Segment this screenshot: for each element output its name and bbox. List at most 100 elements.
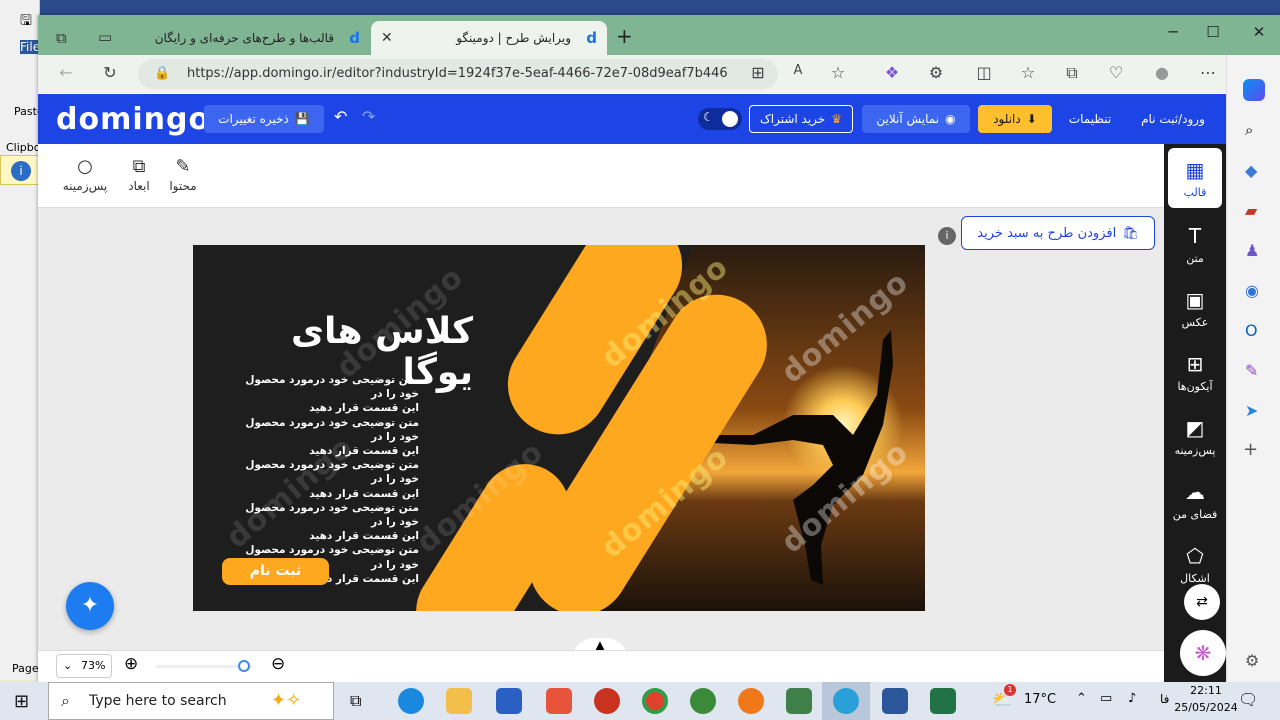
performance-icon[interactable]: ♡ [1104,63,1128,82]
save-changes-button[interactable]: 💾 ذخیره تغییرات [204,105,324,133]
profile-icon[interactable]: ● [1150,63,1174,82]
split-screen-icon[interactable]: ◫ [972,63,996,82]
search-icon[interactable]: ⌕ [1245,121,1253,139]
copilot-ext-icon[interactable]: ❖ [880,63,904,82]
info-icon: i [11,161,31,181]
refresh-icon[interactable]: ↻ [98,63,122,82]
word-icon[interactable] [882,688,908,714]
language-indicator[interactable]: فا [1160,692,1169,706]
app-available-icon[interactable]: ⊞ [746,63,770,82]
redo-icon[interactable]: ↷ [362,107,375,126]
games-icon[interactable]: ♟ [1245,241,1259,260]
chevron-up-icon[interactable]: ⌃ [1076,691,1087,706]
windows-start-icon[interactable]: ⊞ [14,691,29,712]
magic-wand-button[interactable]: ✦ [66,582,114,630]
outlook-icon[interactable]: O [1245,321,1258,340]
task-view-icon[interactable]: ⧉ [350,691,361,711]
new-tab-icon[interactable]: + [616,24,633,48]
edge-app-icon[interactable] [398,688,424,714]
add-to-cart-button[interactable]: 🛍 افزودن طرح به سبد خرید [961,216,1155,250]
shopping-icon[interactable]: ◆ [1245,161,1257,180]
add-sidebar-icon[interactable]: + [1243,439,1258,460]
domingo-logo[interactable]: domingo [56,102,210,137]
sidebar-item-template[interactable]: ▦ قالب [1168,148,1222,208]
close-window-button[interactable]: ✕ [1244,23,1274,41]
app-p-icon[interactable] [594,688,620,714]
settings-link[interactable]: تنظیمات [1062,105,1118,133]
undo-icon[interactable]: ↶ [334,107,347,126]
sidebar-item-label: قالب [1183,186,1207,199]
file-menu[interactable]: File [20,40,40,54]
translate-icon[interactable]: ⇄ [1184,584,1220,620]
clock-date[interactable]: 25/05/2024 [1170,701,1242,714]
favorite-star-icon[interactable]: ☆ [826,63,850,82]
collections-icon[interactable]: ⧉ [1060,63,1084,83]
lock-icon[interactable]: 🔒 [154,59,170,89]
background-tool[interactable]: ○ پس‌زمینه [62,156,108,193]
office-icon[interactable]: ◉ [1245,281,1259,300]
tools-icon[interactable]: ▰ [1245,201,1257,220]
buy-subscription-button[interactable]: ♛ خرید اشتراک [749,105,853,133]
tab-templates[interactable]: d قالب‌ها و طرح‌های حرفه‌ای و رایگان [138,21,370,55]
workspaces-icon[interactable]: ⧉ [56,29,67,47]
battery-icon[interactable]: ▭ [1100,691,1112,706]
url-input[interactable]: 🔒 https://app.domingo.ir/editor?industry… [138,59,778,89]
app-c-icon[interactable] [546,688,572,714]
globe-app-icon[interactable] [690,688,716,714]
telegram-taskbar-active[interactable] [822,682,870,720]
excel-icon[interactable] [930,688,956,714]
weather-temp[interactable]: 17°C [1024,692,1056,707]
login-link[interactable]: ورود/ثبت نام [1132,105,1214,133]
design-body-text[interactable]: متن توضیحی خود درمورد محصول خود را در ای… [233,373,419,586]
add-to-cart-label: افزودن طرح به سبد خرید [977,225,1117,241]
tab-editor[interactable]: d ویرایش طرح | دومینگو ✕ [371,21,607,55]
sidebar-item-background[interactable]: ◩ پس‌زمینه [1168,416,1222,457]
designer-icon[interactable]: ✎ [1245,361,1258,380]
online-preview-button[interactable]: ◉ نمایش آنلاین [862,105,970,133]
more-menu-icon[interactable]: ⋯ [1196,63,1220,82]
taskbar-search-input[interactable]: ⌕ Type here to search ✦✧ [48,682,334,720]
extensions-icon[interactable]: ⚙ [924,63,948,82]
zoom-in-icon[interactable]: ⊕ [124,654,138,674]
ai-brain-icon[interactable]: ❋ [1180,630,1226,676]
favorites-icon[interactable]: ☆ [1016,63,1040,82]
sidebar-settings-icon[interactable]: ⚙ [1245,651,1259,670]
tool-label: محتوا [169,179,197,193]
body-line: این قسمت قرار دهید [309,402,419,415]
file-explorer-icon[interactable] [446,688,472,714]
save-icon[interactable]: 🖫 [20,10,32,34]
copilot-icon[interactable] [1243,79,1265,101]
design-cta-button[interactable]: ثبت نام [222,558,329,585]
sidebar-item-text[interactable]: T متن [1168,224,1222,265]
design-canvas[interactable]: domingo domingo domingo domingo domingo … [193,245,925,611]
download-label: دانلود [993,112,1021,126]
telegram-icon[interactable]: ➤ [1245,401,1258,420]
info-bar: i [0,155,40,185]
info-icon[interactable]: i [938,227,956,245]
app-green-icon[interactable] [786,688,812,714]
sidebar-item-shapes[interactable]: ⬠ اشکال [1168,544,1222,585]
sidebar-item-my-space[interactable]: ☁ فضای من [1168,480,1222,521]
back-icon[interactable]: ← [54,63,78,82]
sidebar-item-photo[interactable]: ▣ عکس [1168,288,1222,329]
firefox-icon[interactable] [738,688,764,714]
maximize-button[interactable]: ☐ [1198,23,1228,41]
cloud-icon: ☁ [1185,480,1205,504]
chrome-icon[interactable] [642,688,668,714]
volume-icon[interactable]: ♪ [1128,691,1136,706]
tab-actions-icon[interactable]: ▭ [98,28,112,46]
dark-mode-toggle[interactable]: ☾ [698,108,742,130]
zoom-slider-handle[interactable] [238,660,250,672]
minimize-button[interactable]: ─ [1158,23,1188,41]
notifications-icon[interactable]: 🗨 [1238,690,1258,709]
download-button[interactable]: ⬇ دانلود [978,105,1052,133]
close-tab-icon[interactable]: ✕ [381,30,393,46]
zoom-out-icon[interactable]: ⊖ [271,654,285,674]
store-icon[interactable] [496,688,522,714]
read-aloud-icon[interactable]: A [786,63,810,78]
dimensions-tool[interactable]: ⧉ ابعاد [116,156,162,193]
sidebar-item-icons[interactable]: ⊞ آیکون‌ها [1168,352,1222,393]
content-tool[interactable]: ✎ محتوا [160,156,206,193]
zoom-select[interactable]: ⌄ 73% [56,654,112,678]
clock-time[interactable]: 22:11 [1176,684,1236,697]
